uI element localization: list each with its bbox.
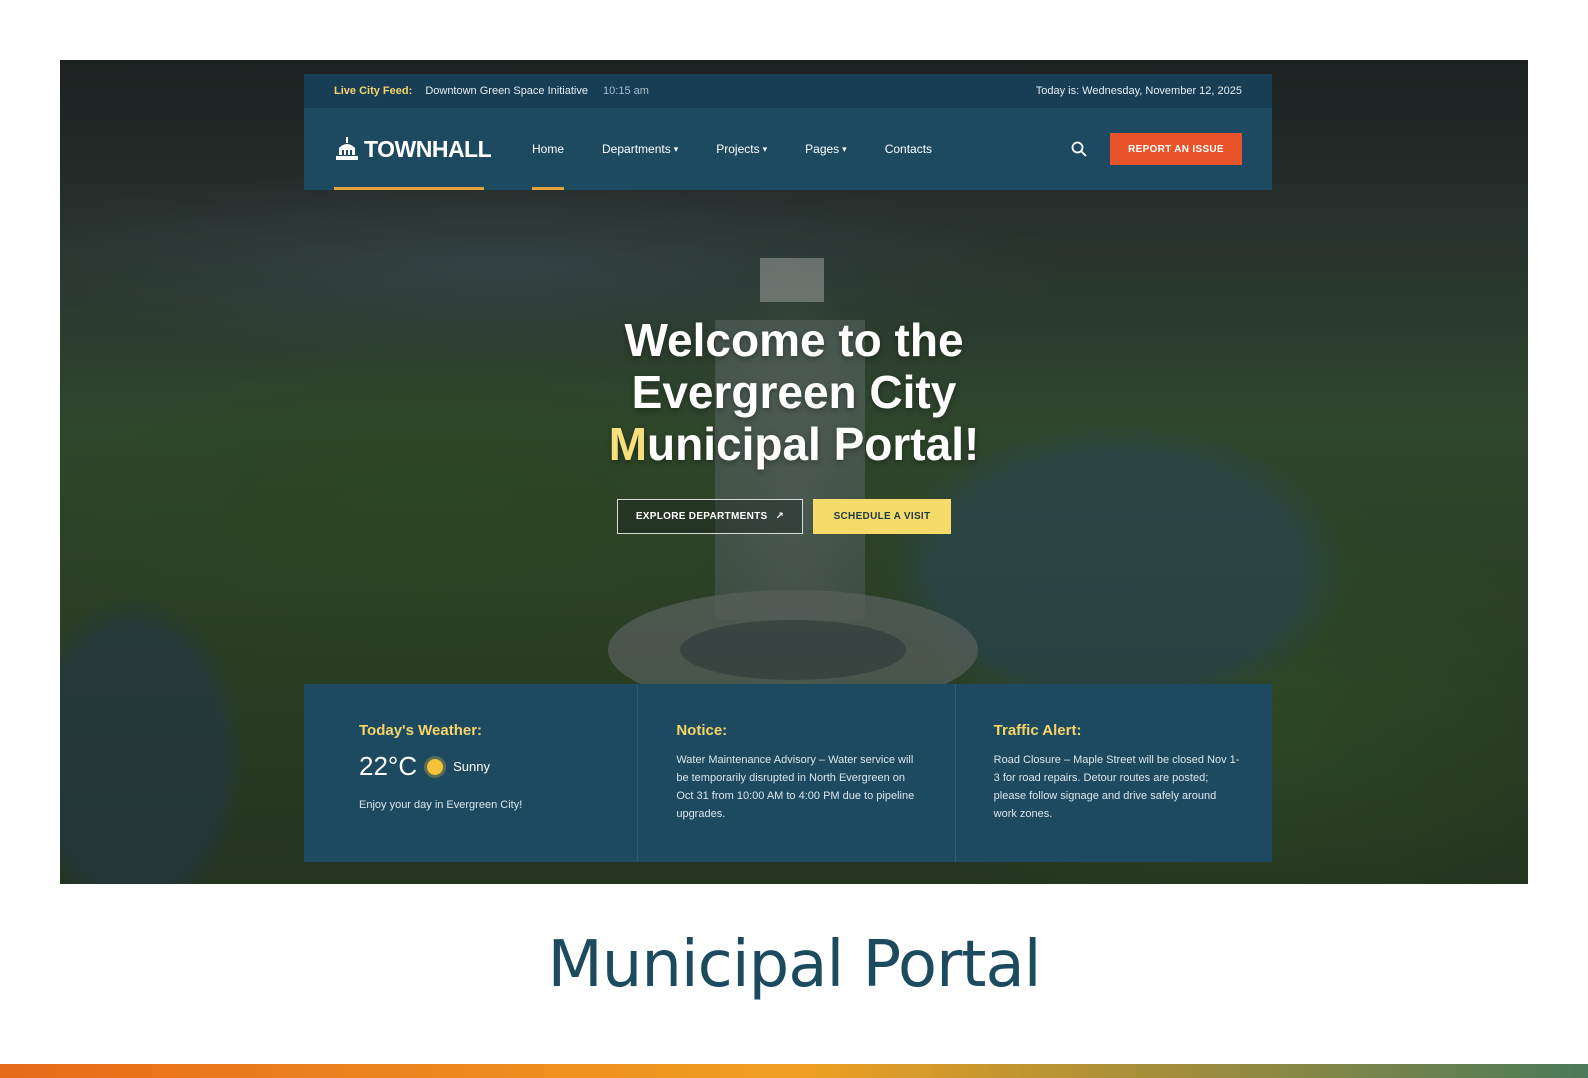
hero-accent-letter: M bbox=[608, 418, 648, 470]
notice-body: Water Maintenance Advisory – Water servi… bbox=[676, 754, 915, 820]
chevron-down-icon: ▾ bbox=[673, 143, 679, 154]
memorial-building-image bbox=[760, 258, 824, 302]
weather-card: Today's Weather: 22°C Sunny Enjoy your d… bbox=[304, 684, 637, 862]
townhall-icon bbox=[336, 137, 358, 160]
page-caption: Municipal Portal bbox=[547, 928, 1042, 1002]
report-issue-button[interactable]: REPORT AN ISSUE bbox=[1110, 133, 1242, 165]
main-navbar: TOWNHALL Home Departments ▾ Projects ▾ P… bbox=[304, 108, 1272, 190]
logo-text: TOWNHALL bbox=[364, 135, 492, 162]
top-info-bar: Live City Feed: Downtown Green Space Ini… bbox=[304, 74, 1272, 108]
notice-card: Notice: Water Maintenance Advisory – Wat… bbox=[637, 684, 954, 862]
gradient-footer-bar bbox=[0, 1064, 1588, 1078]
notice-title: Notice: bbox=[676, 722, 728, 739]
nav-label: Projects bbox=[716, 142, 760, 156]
fountain-image bbox=[680, 620, 906, 680]
nav-label: Home bbox=[532, 142, 565, 156]
weather-row: 22°C Sunny bbox=[359, 751, 607, 782]
traffic-title: Traffic Alert: bbox=[993, 722, 1082, 739]
explore-label: EXPLORE DEPARTMENTS bbox=[635, 511, 768, 522]
nav-label: Departments bbox=[602, 142, 671, 156]
nav-item-pages[interactable]: Pages ▾ bbox=[805, 108, 847, 190]
nav-links: Home Departments ▾ Projects ▾ Pages ▾ Co… bbox=[532, 108, 970, 190]
chevron-down-icon: ▾ bbox=[842, 143, 847, 154]
current-date: Today is: Wednesday, November 12, 2025 bbox=[1035, 85, 1242, 97]
live-feed-text[interactable]: Downtown Green Space Initiative bbox=[425, 85, 588, 97]
weather-title: Today's Weather: bbox=[359, 722, 483, 739]
hero-line-2: Evergreen City bbox=[631, 366, 957, 418]
nav-label: Contacts bbox=[884, 142, 933, 156]
chevron-down-icon: ▾ bbox=[762, 143, 768, 154]
info-panel: Today's Weather: 22°C Sunny Enjoy your d… bbox=[304, 684, 1272, 862]
live-feed-label: Live City Feed: bbox=[334, 85, 413, 97]
arrow-up-right-icon: ↗ bbox=[775, 511, 785, 522]
hero-line-3-rest: unicipal Portal! bbox=[647, 418, 980, 470]
explore-departments-button[interactable]: EXPLORE DEPARTMENTS ↗ bbox=[617, 499, 803, 534]
logo-underline bbox=[334, 187, 484, 190]
sun-icon bbox=[427, 758, 444, 775]
hero-title: Welcome to the Evergreen City Municipal … bbox=[494, 314, 1094, 470]
weather-note: Enjoy your day in Evergreen City! bbox=[359, 799, 523, 811]
nav-item-departments[interactable]: Departments ▾ bbox=[602, 108, 678, 190]
nav-item-contacts[interactable]: Contacts bbox=[885, 108, 932, 190]
hero-buttons: EXPLORE DEPARTMENTS ↗ SCHEDULE A VISIT bbox=[617, 499, 951, 534]
hero-line-3: Municipal Portal! bbox=[494, 418, 1094, 470]
nav-label: Pages bbox=[805, 142, 840, 156]
site-screenshot: Live City Feed: Downtown Green Space Ini… bbox=[60, 60, 1528, 884]
hero-line-1: Welcome to the bbox=[624, 314, 964, 366]
nav-item-projects[interactable]: Projects ▾ bbox=[716, 108, 767, 190]
search-icon[interactable] bbox=[1070, 140, 1088, 158]
site-logo[interactable]: TOWNHALL bbox=[334, 108, 532, 190]
traffic-card: Traffic Alert: Road Closure – Maple Stre… bbox=[954, 684, 1272, 862]
live-feed-time: 10:15 am bbox=[603, 85, 649, 97]
weather-temperature: 22°C bbox=[359, 751, 418, 781]
live-feed[interactable]: Live City Feed: Downtown Green Space Ini… bbox=[334, 85, 649, 97]
schedule-visit-button[interactable]: SCHEDULE A VISIT bbox=[813, 499, 951, 534]
traffic-body: Road Closure – Maple Street will be clos… bbox=[993, 754, 1240, 820]
weather-condition: Sunny bbox=[453, 759, 490, 774]
nav-item-home[interactable]: Home bbox=[532, 108, 565, 190]
